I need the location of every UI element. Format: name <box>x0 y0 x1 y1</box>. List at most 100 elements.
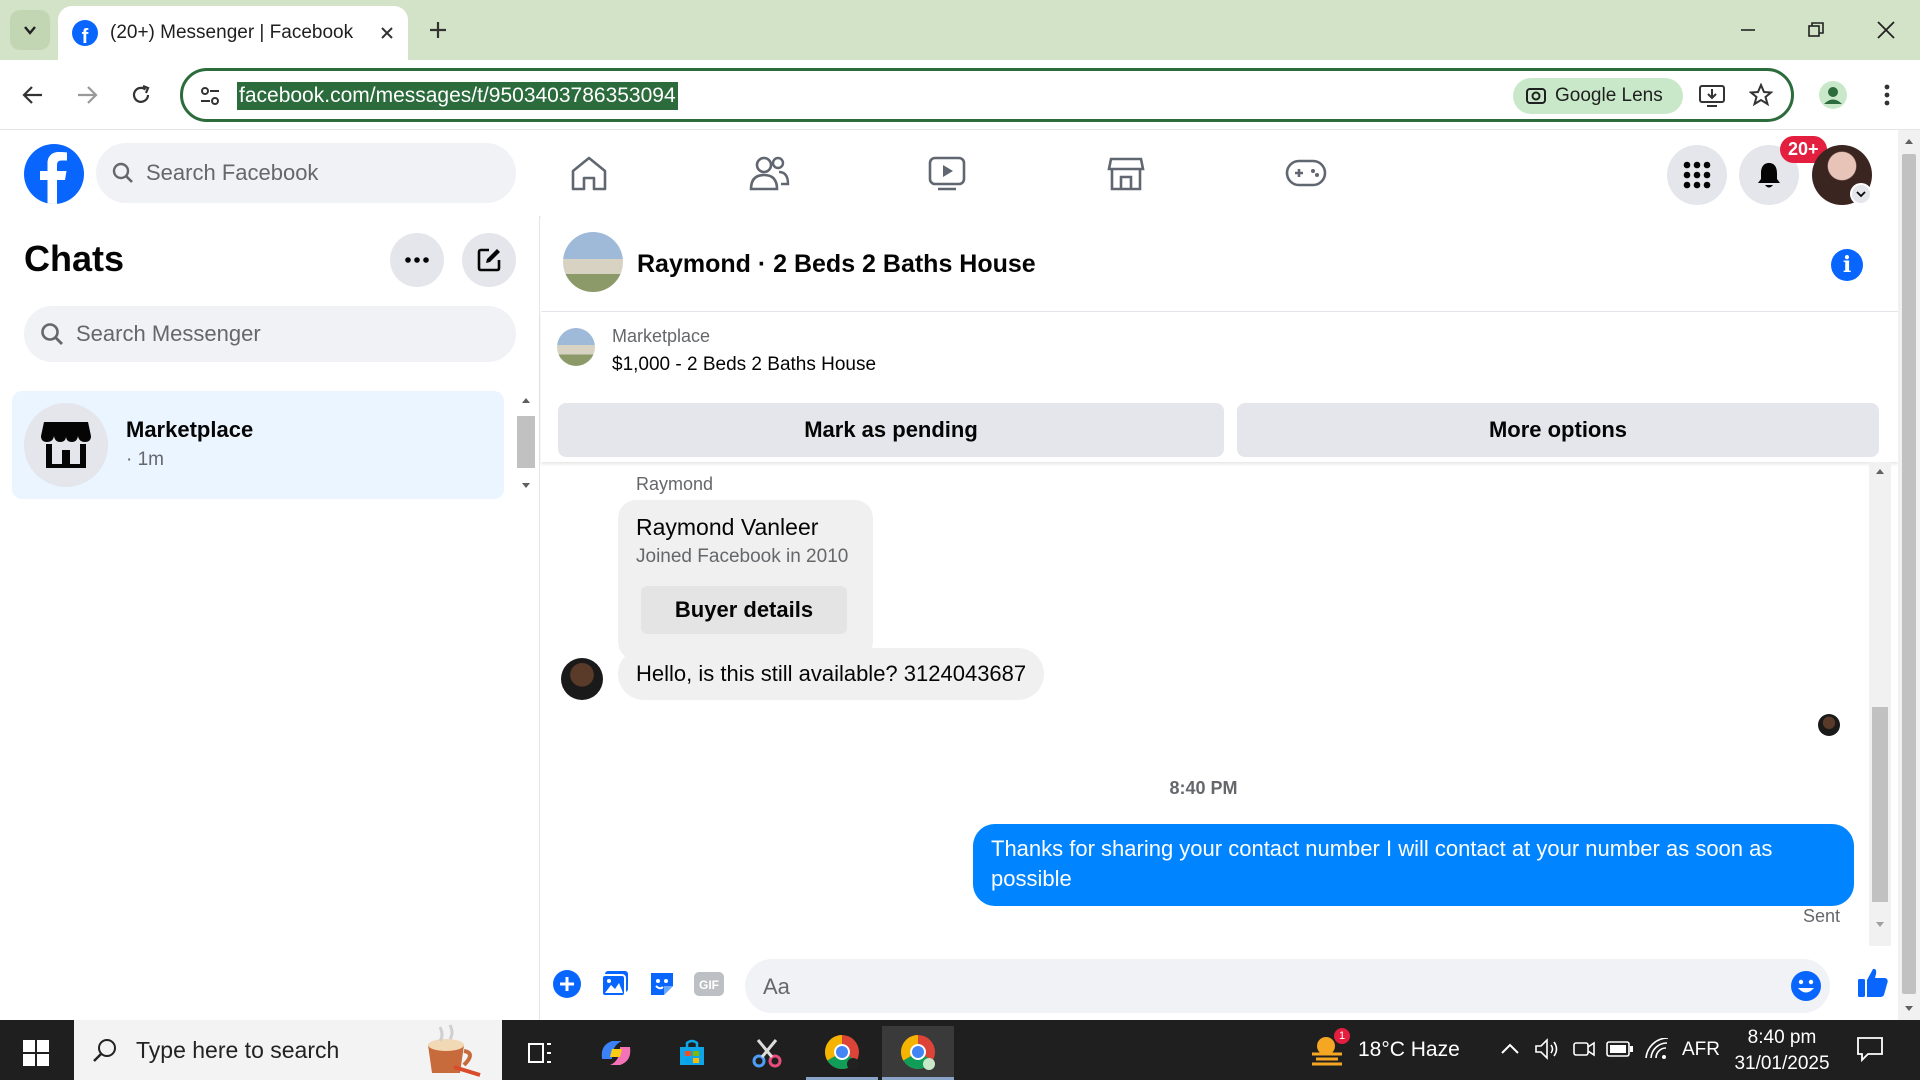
message-input[interactable]: Aa <box>745 959 1830 1013</box>
mark-as-pending-button[interactable]: Mark as pending <box>558 403 1224 457</box>
new-tab-button[interactable] <box>420 12 456 48</box>
conversation-pane: Raymond · 2 Beds 2 Baths House i Marketp… <box>541 216 1898 1020</box>
forward-button[interactable] <box>68 76 106 114</box>
nav-home-button[interactable] <box>559 148 619 198</box>
close-window-button[interactable] <box>1866 12 1906 48</box>
url-text[interactable]: facebook.com/messages/t/9503403786353094 <box>237 82 678 110</box>
account-chevron-icon[interactable] <box>1850 183 1872 205</box>
listing-thumbnail[interactable] <box>557 328 595 366</box>
browser-tab-bar: f (20+) Messenger | Facebook <box>0 0 1920 60</box>
chat-list-item[interactable]: Marketplace · 1m <box>12 391 504 499</box>
emoji-icon[interactable] <box>1790 970 1822 1002</box>
chrome-app-2[interactable] <box>882 1026 954 1080</box>
message-scrollbar[interactable] <box>1869 462 1891 946</box>
active-tab[interactable]: f (20+) Messenger | Facebook <box>58 6 408 60</box>
scroll-down-arrow-icon[interactable] <box>1869 918 1891 932</box>
taskbar-search-input[interactable]: Type here to search <box>74 1020 502 1080</box>
back-button[interactable] <box>14 76 52 114</box>
nav-gaming-button[interactable] <box>1276 148 1336 198</box>
install-app-icon[interactable] <box>1699 84 1725 108</box>
friends-icon <box>749 156 790 191</box>
marketplace-chat-avatar <box>24 403 108 487</box>
address-bar[interactable]: facebook.com/messages/t/9503403786353094… <box>180 68 1794 122</box>
nav-friends-button[interactable] <box>739 148 799 198</box>
copilot-app[interactable] <box>580 1026 652 1080</box>
more-actions-button[interactable] <box>551 968 583 1000</box>
compose-icon <box>477 248 501 272</box>
buyer-details-button[interactable]: Buyer details <box>641 586 847 634</box>
scissors-icon <box>752 1039 782 1068</box>
new-message-button[interactable] <box>462 233 516 287</box>
chat-item-time: · 1m <box>126 449 164 470</box>
gif-button[interactable]: GIF <box>693 968 725 1000</box>
page-scroll-thumb[interactable] <box>1902 154 1916 994</box>
minimize-button[interactable] <box>1728 12 1768 48</box>
listing-category: Marketplace <box>612 326 711 346</box>
nav-marketplace-button[interactable] <box>1096 148 1156 198</box>
copilot-icon <box>601 1041 631 1065</box>
scroll-down-arrow-icon[interactable] <box>516 480 536 492</box>
weather-widget[interactable]: 1 18°C Haze <box>1308 1028 1460 1070</box>
close-tab-icon[interactable] <box>380 26 394 40</box>
browser-toolbar: facebook.com/messages/t/9503403786353094… <box>0 60 1920 130</box>
conversation-avatar[interactable] <box>563 232 623 292</box>
chrome-app-1[interactable] <box>806 1026 878 1080</box>
google-lens-label: Google Lens <box>1555 85 1663 106</box>
facebook-search-input[interactable]: Search Facebook <box>96 143 516 203</box>
thumbs-up-icon <box>1858 968 1888 997</box>
info-icon[interactable]: i <box>1831 249 1863 281</box>
weather-text: 18°C Haze <box>1358 1038 1460 1061</box>
search-icon <box>93 1039 116 1062</box>
like-button[interactable] <box>1855 964 1891 1000</box>
volume-icon[interactable] <box>1534 1038 1560 1060</box>
conversation-title[interactable]: Raymond · 2 Beds 2 Baths House <box>637 250 1036 279</box>
chats-options-button[interactable] <box>390 233 444 287</box>
chat-list-scroll-thumb[interactable] <box>517 416 535 468</box>
attach-photo-button[interactable] <box>599 968 631 1000</box>
google-lens-button[interactable]: Google Lens <box>1513 78 1683 114</box>
input-language[interactable]: AFR <box>1682 1039 1720 1061</box>
scroll-up-arrow-icon[interactable] <box>1898 134 1920 148</box>
message-status: Sent <box>1803 906 1841 926</box>
system-clock[interactable]: 8:40 pm 31/01/2025 <box>1722 1025 1842 1077</box>
incoming-message-bubble[interactable]: Hello, is this still available? 31240436… <box>618 648 1045 700</box>
meet-now-icon[interactable] <box>1572 1038 1596 1060</box>
sticker-button[interactable] <box>646 968 678 1000</box>
scroll-up-arrow-icon[interactable] <box>516 394 536 406</box>
restore-button[interactable] <box>1796 12 1836 48</box>
show-hidden-icons-icon[interactable] <box>1500 1042 1520 1056</box>
scroll-down-arrow-icon[interactable] <box>1898 1002 1920 1016</box>
more-options-button[interactable]: More options <box>1237 403 1879 457</box>
profile-button[interactable] <box>1814 76 1852 114</box>
notification-center-icon[interactable] <box>1856 1036 1884 1062</box>
chat-list-scrollbar[interactable] <box>516 394 536 494</box>
message-scroll-thumb[interactable] <box>1872 707 1888 902</box>
buyer-name: Raymond Vanleer <box>636 514 819 540</box>
battery-icon[interactable] <box>1606 1040 1634 1058</box>
store-icon <box>680 1039 704 1065</box>
start-button[interactable] <box>0 1026 72 1080</box>
browser-menu-button[interactable] <box>1868 76 1906 114</box>
reload-button[interactable] <box>122 76 160 114</box>
nav-video-button[interactable] <box>917 148 977 198</box>
site-settings-icon[interactable] <box>199 85 221 107</box>
read-receipt-avatar <box>1818 714 1840 736</box>
chevron-down-icon <box>24 26 36 35</box>
clock-date: 31/01/2025 <box>1734 1053 1830 1074</box>
facebook-logo[interactable] <box>24 144 84 204</box>
page-scrollbar[interactable] <box>1898 130 1920 1020</box>
snipping-tool-app[interactable] <box>731 1026 803 1080</box>
bookmark-star-icon[interactable] <box>1749 83 1773 107</box>
listing-title[interactable]: $1,000 - 2 Beds 2 Baths House <box>612 354 876 376</box>
outgoing-message-bubble[interactable]: Thanks for sharing your contact number I… <box>973 824 1854 906</box>
tab-search-button[interactable] <box>10 10 50 50</box>
message-composer: GIF Aa <box>541 946 1898 1020</box>
restore-icon <box>1808 22 1824 37</box>
sender-avatar[interactable] <box>561 658 603 700</box>
task-view-button[interactable] <box>504 1026 576 1080</box>
microsoft-store-app[interactable] <box>656 1026 728 1080</box>
messenger-search-input[interactable]: Search Messenger <box>24 306 516 362</box>
scroll-up-arrow-icon[interactable] <box>1869 464 1891 478</box>
menu-grid-button[interactable] <box>1667 145 1727 205</box>
wifi-icon[interactable] <box>1644 1038 1670 1060</box>
